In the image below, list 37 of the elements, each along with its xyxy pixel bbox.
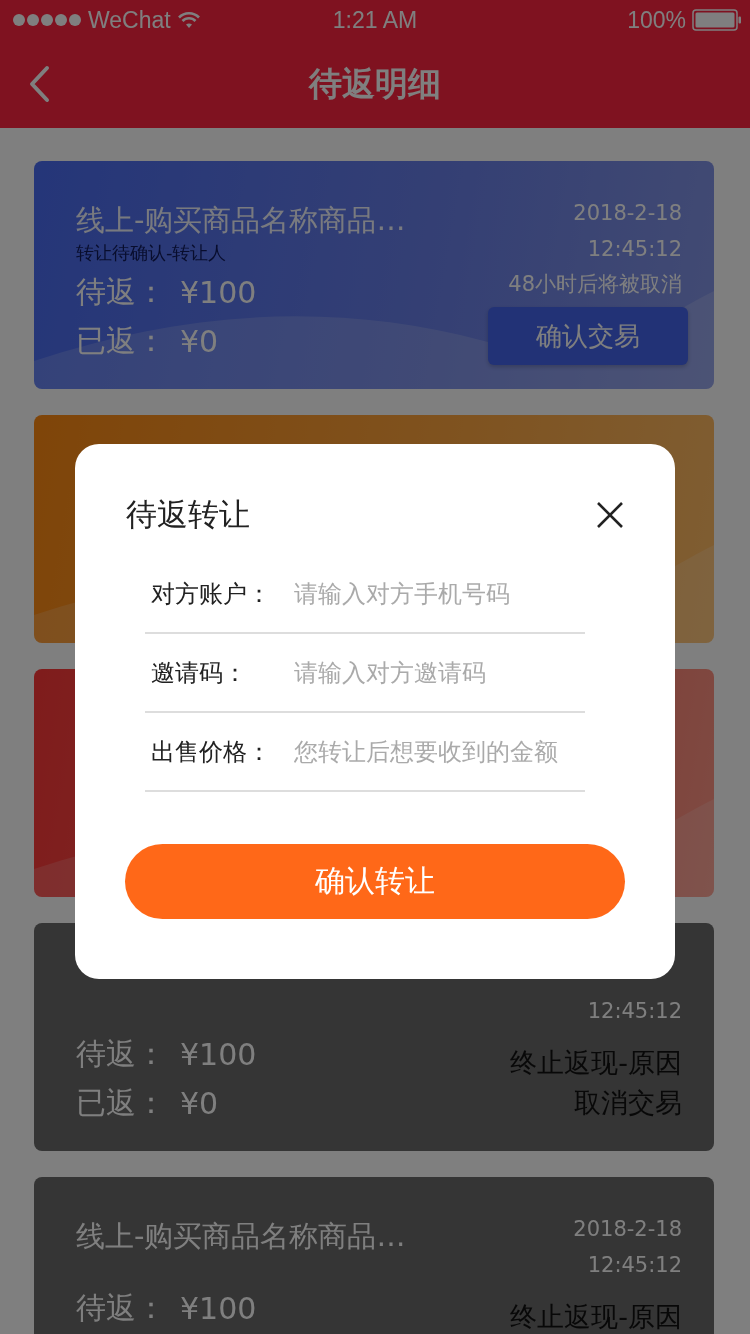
wifi-icon [176, 11, 201, 29]
input-field[interactable]: 请输入对方邀请码 [294, 658, 614, 687]
transfer-status: 转让待确认-转让人 [76, 241, 228, 265]
item-title: 线上-购买商品名称商品… [76, 1218, 406, 1255]
amount-value: ¥100 [180, 274, 257, 310]
time-text: 12:45:12 [587, 236, 682, 263]
dialog-title: 待返转让 [126, 495, 250, 534]
amount-value: ¥100 [180, 1290, 257, 1326]
field-label: 对方账户： [151, 578, 272, 610]
input-field[interactable]: 请输入对方手机号码 [294, 579, 614, 608]
cancel-notice: 48小时后将被取消 [508, 271, 682, 298]
carrier-name: WeChat [88, 6, 171, 34]
amount-label: 已返： [76, 321, 166, 360]
battery-percent: 100% [627, 6, 686, 34]
input-field[interactable]: 您转让后想要收到的金额 [294, 737, 614, 766]
time-text: 12:45:12 [587, 1252, 682, 1279]
amount-value: ¥0 [180, 1085, 219, 1121]
back-icon [28, 65, 50, 103]
signal-icon [12, 13, 82, 27]
amount-label: 待返： [76, 1034, 166, 1073]
item-title: 线上-购买商品名称商品… [76, 202, 406, 239]
time-text: 12:45:12 [587, 998, 682, 1025]
date-text: 2018-2-18 [573, 200, 682, 227]
field-label: 出售价格： [151, 736, 272, 768]
amount-label: 待返： [76, 272, 166, 311]
clock-time: 1:21 AM [331, 6, 419, 34]
page-title: 待返明细 [307, 62, 442, 105]
amount-label: 已返： [76, 1083, 166, 1122]
confirm-transfer-button[interactable]: 确认转让 [125, 844, 625, 919]
amount-value: ¥100 [180, 1036, 257, 1072]
date-text: 2018-2-18 [573, 1216, 682, 1243]
close-icon[interactable] [596, 501, 624, 529]
amount-label: 待返： [76, 1288, 166, 1327]
confirm-trade-button[interactable]: 确认交易 [488, 307, 688, 365]
field-label: 邀请码： [151, 657, 248, 689]
amount-value: ¥0 [180, 323, 219, 359]
battery-icon [692, 9, 742, 31]
